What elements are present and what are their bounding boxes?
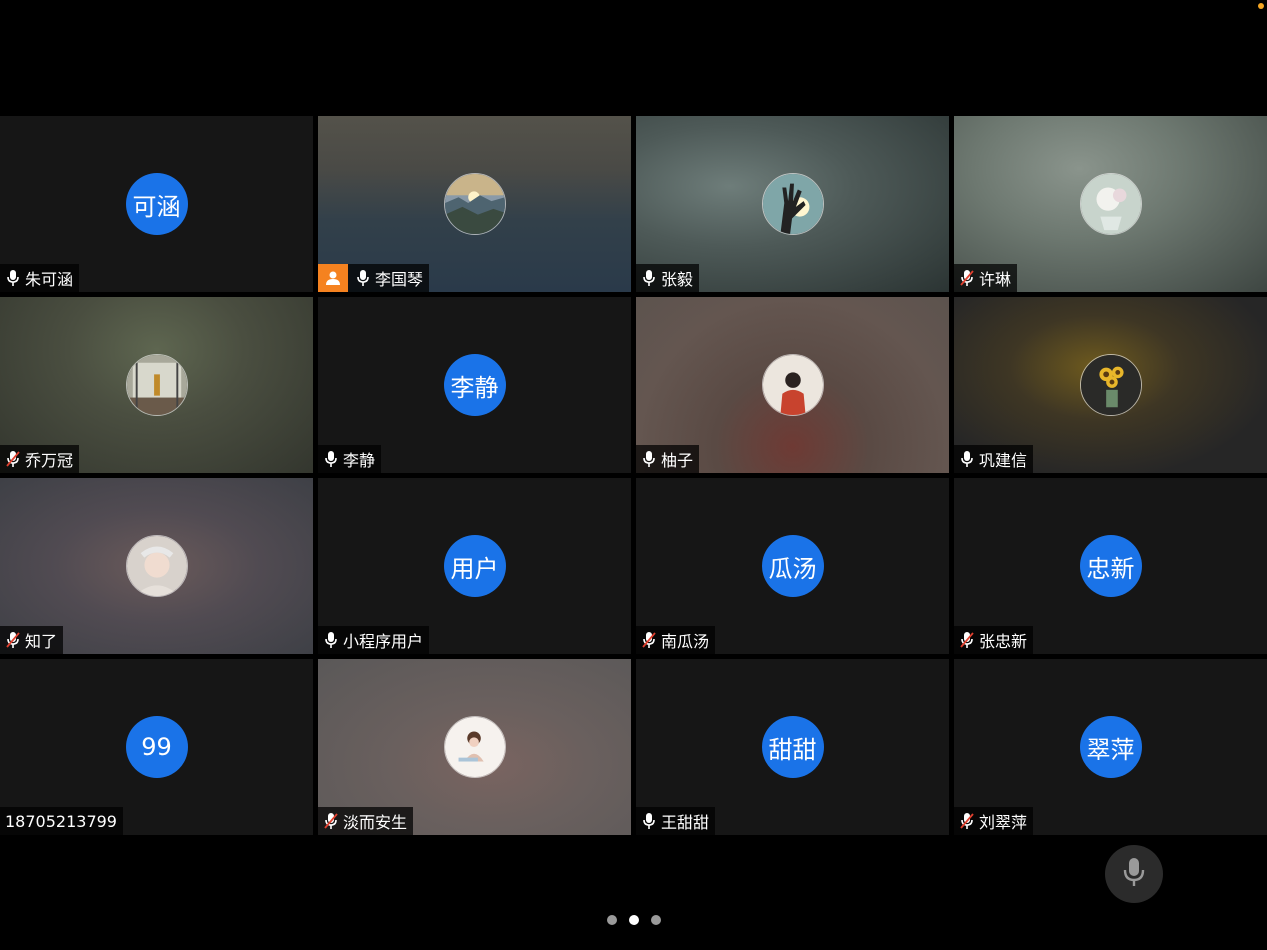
participant-tile[interactable]: 淡而安生 (318, 659, 631, 835)
avatar (1079, 354, 1142, 416)
participant-name: 柚子 (661, 451, 694, 470)
status-indicator-dot (1258, 3, 1264, 9)
microphone-muted-icon (5, 631, 21, 649)
avatar: 忠新 (1079, 535, 1142, 597)
participant-name: 小程序用户 (343, 632, 424, 651)
participant-tile-active-speaker[interactable]: 李国琴 (318, 116, 631, 292)
avatar (761, 354, 824, 416)
name-tag: 18705213799 (0, 807, 123, 835)
microphone-muted-icon (641, 631, 657, 649)
microphone-icon (641, 450, 657, 468)
microphone-icon (323, 450, 339, 468)
participant-name: 张毅 (661, 270, 694, 289)
name-tag: 淡而安生 (318, 807, 414, 835)
page-dot[interactable] (606, 915, 617, 925)
avatar: 甜甜 (761, 716, 824, 778)
page-indicator (0, 915, 1267, 925)
avatar: 99 (125, 716, 188, 778)
participant-name: 张忠新 (979, 632, 1028, 651)
name-tag: 乔万冠 (0, 445, 80, 473)
microphone-icon (355, 269, 371, 287)
participant-name: 知了 (25, 632, 58, 651)
name-tag: 朱可涵 (0, 264, 80, 292)
host-person-icon (318, 264, 348, 292)
avatar: 用户 (443, 535, 506, 597)
microphone-muted-icon (959, 269, 975, 287)
name-tag: 小程序用户 (318, 626, 430, 654)
avatar: 翠萍 (1079, 716, 1142, 778)
participant-tile[interactable]: 瓜汤 南瓜汤 (636, 478, 949, 654)
microphone-icon (5, 269, 21, 287)
avatar: 可涵 (125, 173, 188, 235)
microphone-icon (959, 450, 975, 468)
participant-name: 刘翠萍 (979, 813, 1028, 832)
participant-name: 南瓜汤 (661, 632, 710, 651)
participant-name: 朱可涵 (25, 270, 74, 289)
participant-tile[interactable]: 忠新 张忠新 (954, 478, 1267, 654)
microphone-icon (1121, 856, 1147, 892)
name-tag: 李静 (318, 445, 382, 473)
participant-tile[interactable]: 柚子 (636, 297, 949, 473)
participant-tile[interactable]: 许琳 (954, 116, 1267, 292)
name-tag: 李国琴 (318, 264, 430, 292)
participant-name: 18705213799 (5, 811, 117, 831)
microphone-muted-icon (5, 450, 21, 468)
participant-name: 淡而安生 (343, 813, 408, 832)
participant-tile[interactable]: 乔万冠 (0, 297, 313, 473)
participant-tile[interactable]: 张毅 (636, 116, 949, 292)
participant-name: 许琳 (979, 270, 1012, 289)
avatar: 李静 (443, 354, 506, 416)
name-tag: 王甜甜 (636, 807, 716, 835)
participant-name: 李国琴 (375, 270, 424, 289)
avatar (125, 535, 188, 597)
avatar (1079, 173, 1142, 235)
microphone-icon (323, 631, 339, 649)
participant-name: 巩建信 (979, 451, 1028, 470)
page-dot[interactable] (650, 915, 661, 925)
name-tag: 许琳 (954, 264, 1018, 292)
name-tag: 张毅 (636, 264, 700, 292)
microphone-icon (641, 812, 657, 830)
page-dot-current[interactable] (628, 915, 639, 925)
name-tag: 柚子 (636, 445, 700, 473)
name-tag: 巩建信 (954, 445, 1034, 473)
microphone-toggle-button[interactable] (1105, 845, 1163, 903)
participant-name: 乔万冠 (25, 451, 74, 470)
participant-tile[interactable]: 李静 李静 (318, 297, 631, 473)
microphone-muted-icon (959, 631, 975, 649)
participant-tile[interactable]: 巩建信 (954, 297, 1267, 473)
participant-grid: 可涵 朱可涵 李国琴 张毅 许琳 乔万冠 李静 李静 柚子 巩建信 知了 用户 … (0, 116, 1267, 835)
participant-tile[interactable]: 甜甜 王甜甜 (636, 659, 949, 835)
participant-tile[interactable]: 用户 小程序用户 (318, 478, 631, 654)
name-tag: 张忠新 (954, 626, 1034, 654)
microphone-icon (641, 269, 657, 287)
name-tag: 知了 (0, 626, 64, 654)
microphone-muted-icon (323, 812, 339, 830)
avatar (443, 716, 506, 778)
name-tag: 刘翠萍 (954, 807, 1034, 835)
avatar: 瓜汤 (761, 535, 824, 597)
participant-tile[interactable]: 知了 (0, 478, 313, 654)
avatar (443, 173, 506, 235)
participant-tile[interactable]: 翠萍 刘翠萍 (954, 659, 1267, 835)
participant-name: 李静 (343, 451, 376, 470)
participant-name: 王甜甜 (661, 813, 710, 832)
avatar (761, 173, 824, 235)
participant-tile[interactable]: 99 18705213799 (0, 659, 313, 835)
name-tag: 南瓜汤 (636, 626, 716, 654)
microphone-muted-icon (959, 812, 975, 830)
avatar (125, 354, 188, 416)
participant-tile[interactable]: 可涵 朱可涵 (0, 116, 313, 292)
